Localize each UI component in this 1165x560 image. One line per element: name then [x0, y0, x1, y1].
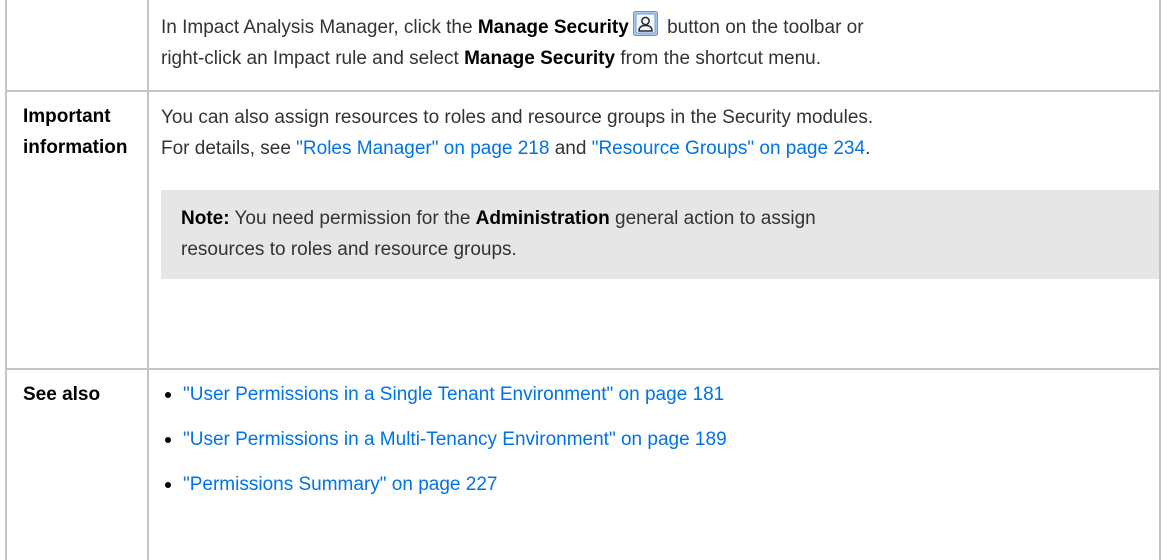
bullet-icon [165, 437, 171, 443]
intro-label-cell [5, 0, 149, 92]
resource-groups-link[interactable]: "Resource Groups" on page 234 [592, 138, 865, 159]
important-label-line2: information [23, 137, 128, 158]
manage-security-icon [632, 11, 658, 36]
note-box: Note: You need permission for the Admini… [161, 190, 1161, 279]
important-text-1: You can also assign resources to roles a… [161, 107, 874, 128]
intro-line-2: right-click an Impact rule and select Ma… [161, 43, 1149, 74]
note-action: Administration [475, 208, 610, 229]
see-also-content: "User Permissions in a Single Tenant Env… [147, 368, 1161, 560]
bullet-icon [165, 482, 171, 488]
intro-row: In Impact Analysis Manager, click the Ma… [5, 0, 1161, 92]
see-also-item: "User Permissions in a Single Tenant Env… [161, 379, 1149, 424]
manage-security-menu-label: Manage Security [464, 48, 616, 69]
note-line-1: Note: You need permission for the Admini… [181, 203, 1141, 234]
important-text2-prefix: For details, see [161, 138, 297, 159]
intro-line2-suffix: from the shortcut menu. [615, 48, 821, 69]
single-tenant-permissions-link[interactable]: "User Permissions in a Single Tenant Env… [183, 384, 724, 405]
important-label-line1: Important [23, 106, 111, 127]
note-text-suffix: general action to assign [609, 208, 816, 229]
intro-content-cell: In Impact Analysis Manager, click the Ma… [147, 0, 1161, 92]
note-label: Note: [181, 208, 230, 229]
intro-line2-prefix: right-click an Impact rule and select [161, 48, 465, 69]
manage-security-button-label: Manage Security [477, 17, 629, 38]
see-also-list: "User Permissions in a Single Tenant Env… [161, 379, 1149, 514]
see-also-row: See also "User Permissions in a Single T… [5, 368, 1161, 560]
intro-line1-prefix: In Impact Analysis Manager, click the [161, 17, 478, 38]
info-table: In Impact Analysis Manager, click the Ma… [5, 0, 1161, 560]
important-text-2: For details, see "Roles Manager" on page… [161, 133, 1149, 164]
important-info-label: Important information [5, 90, 149, 370]
bullet-icon [165, 392, 171, 398]
see-also-label: See also [5, 368, 149, 560]
note-text-prefix: You need permission for the [229, 208, 476, 229]
important-info-content: You can also assign resources to roles a… [147, 90, 1161, 370]
see-also-item: "User Permissions in a Multi-Tenancy Env… [161, 424, 1149, 469]
roles-manager-link[interactable]: "Roles Manager" on page 218 [296, 138, 549, 159]
intro-line-1: In Impact Analysis Manager, click the Ma… [161, 11, 1149, 43]
multi-tenancy-permissions-link[interactable]: "User Permissions in a Multi-Tenancy Env… [183, 429, 727, 450]
important-text2-mid: and [549, 138, 592, 159]
important-text2-suffix: . [865, 138, 871, 159]
intro-line1-suffix: button on the toolbar or [661, 17, 864, 38]
important-info-row: Important information You can also assig… [5, 90, 1161, 370]
see-also-item: "Permissions Summary" on page 227 [161, 469, 1149, 514]
permissions-summary-link[interactable]: "Permissions Summary" on page 227 [183, 474, 497, 495]
note-line-2: resources to roles and resource groups. [181, 239, 517, 260]
